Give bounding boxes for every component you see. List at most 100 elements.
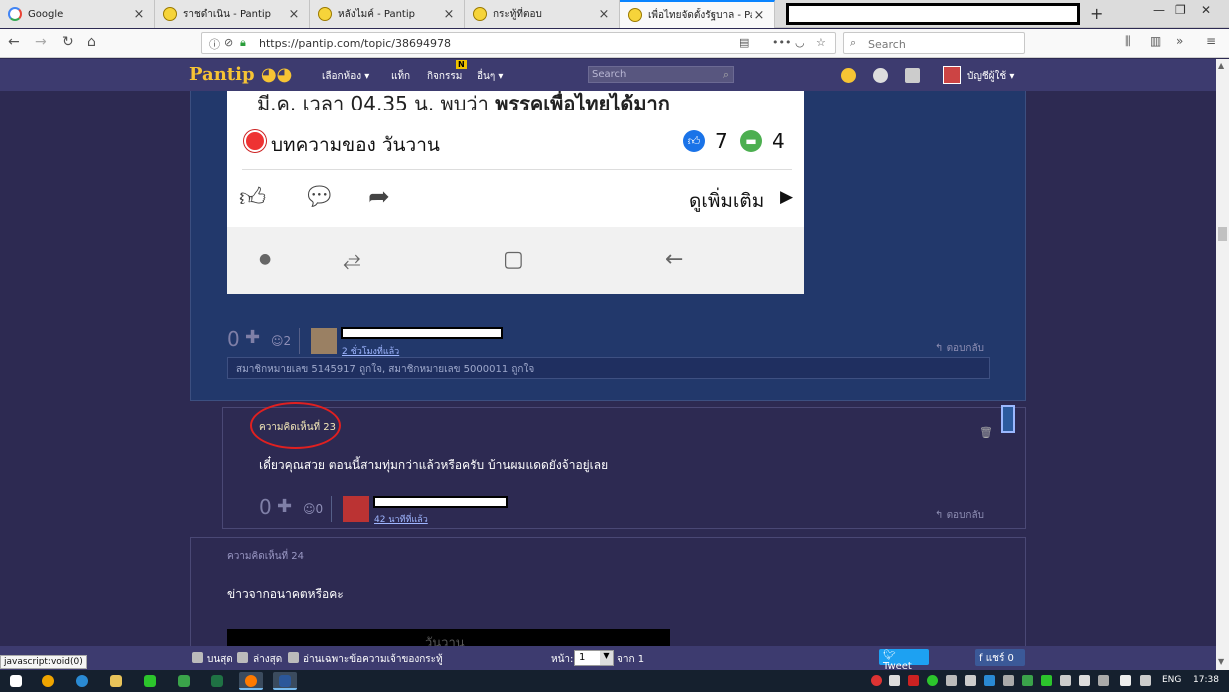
chat-icon[interactable] (873, 68, 888, 83)
taskbar-explorer[interactable] (104, 672, 128, 690)
search-icon[interactable]: ⌕ (723, 68, 729, 82)
see-more-link[interactable]: ดูเพิ่มเติม (689, 186, 764, 216)
nav-tags[interactable]: แท็ก (391, 69, 410, 84)
start-button[interactable] (4, 672, 28, 690)
comment-number[interactable]: ความคิดเห็นที่ 23 (259, 420, 336, 435)
reader-view-icon[interactable]: ▤ (739, 36, 749, 49)
tab-ratchadamnoen[interactable]: ราชดำเนิน - Pantip × (155, 0, 310, 28)
taskbar-app-1[interactable] (36, 672, 60, 690)
taskbar-edge[interactable] (70, 672, 94, 690)
page-select[interactable]: 1 ▼ (574, 650, 614, 666)
facebook-share-button[interactable]: f แชร์ 0 (975, 649, 1025, 666)
scroll-down-icon[interactable]: ▼ (1218, 657, 1224, 666)
page-actions-icon[interactable]: ••• (772, 36, 791, 49)
go-bottom-link[interactable]: ล่างสุด (253, 652, 282, 667)
tab-google[interactable]: Google × (0, 0, 155, 28)
reply-link[interactable]: ↰ ตอบกลับ (935, 508, 984, 523)
like-icon[interactable]: 👍︎ (239, 182, 266, 213)
scroll-up-icon[interactable]: ▲ (1218, 61, 1224, 70)
back-icon[interactable]: ← (8, 34, 20, 50)
tray-icon[interactable] (1003, 675, 1014, 686)
lock-icon[interactable]: 🔒︎ (240, 36, 246, 50)
tray-icon[interactable] (984, 675, 995, 686)
tray-icon[interactable] (1060, 675, 1071, 686)
emotion-count[interactable]: ☺0 (303, 502, 323, 516)
tray-icon[interactable] (1079, 675, 1090, 686)
tray-icon[interactable] (889, 675, 900, 686)
close-icon[interactable]: × (442, 7, 456, 22)
arrow-up-icon[interactable] (192, 652, 203, 663)
emoji-icon[interactable] (841, 68, 856, 83)
restore-icon[interactable]: ❐ (1175, 3, 1186, 17)
forward-icon[interactable]: → (35, 34, 47, 50)
volume-icon[interactable] (1120, 675, 1131, 686)
tab-backmic[interactable]: หลังไมค์ - Pantip × (310, 0, 465, 28)
nav-activities[interactable]: กิจกรรม (427, 69, 462, 84)
sidebar-icon[interactable]: ▥ (1150, 34, 1161, 48)
menu-icon[interactable]: ≡ (1206, 34, 1216, 48)
tweet-button[interactable]: 🐦︎ Tweet (879, 649, 929, 672)
tray-icon[interactable] (1041, 675, 1052, 686)
site-search-input[interactable]: Search ⌕ (588, 66, 734, 83)
window-close-icon[interactable]: ✕ (1201, 3, 1211, 17)
scrollbar[interactable]: ▲ ▼ (1216, 59, 1229, 670)
tracking-protection-icon[interactable]: ⊘ (224, 36, 233, 49)
taskbar-excel[interactable] (205, 672, 229, 690)
library-icon[interactable]: ⫼ (1125, 34, 1131, 49)
plus-vote-button[interactable]: ✚ (277, 496, 292, 517)
close-icon[interactable]: × (287, 7, 301, 22)
close-icon[interactable]: × (597, 7, 611, 22)
emotion-count[interactable]: ☺2 (271, 334, 291, 348)
nav-more[interactable]: อื่นๆ ▾ (477, 69, 503, 84)
address-bar[interactable]: ⓘ ⊘ 🔒︎ https://pantip.com/topic/38694978… (201, 32, 836, 54)
go-top-link[interactable]: บนสุด (207, 652, 233, 667)
share-icon[interactable]: ➦ (368, 182, 390, 212)
mail-icon[interactable] (905, 68, 920, 83)
pocket-icon[interactable]: ◡ (795, 36, 805, 49)
account-menu[interactable]: บัญชีผู้ใช้ ▾ (967, 69, 1014, 84)
taskbar-app-5[interactable] (172, 672, 196, 690)
tab-active-topic[interactable]: เพื่อไทยจัดตั้งรัฐบาล - Pant × (620, 0, 775, 28)
plus-vote-button[interactable]: ✚ (245, 327, 260, 348)
close-icon[interactable]: × (132, 7, 146, 22)
embed-author[interactable]: บทความของ วันวาน (271, 130, 440, 160)
owner-only-link[interactable]: อ่านเฉพาะข้อความเจ้าของกระทู้ (303, 652, 443, 667)
bookmark-star-icon[interactable]: ☆ (816, 36, 826, 49)
nav-select-room[interactable]: เลือกห้อง ▾ (322, 69, 369, 84)
tray-icon[interactable] (965, 675, 976, 686)
comment-icon[interactable]: 💬︎ (303, 182, 336, 212)
tray-icon[interactable] (871, 675, 882, 686)
info-icon[interactable]: ⓘ (209, 36, 220, 52)
url-text[interactable]: https://pantip.com/topic/38694978 (259, 37, 451, 50)
tray-icon[interactable] (908, 675, 919, 686)
comment-number[interactable]: ความคิดเห็นที่ 24 (227, 549, 304, 564)
browser-search-box[interactable]: ⌕ Search (843, 32, 1025, 54)
overflow-icon[interactable]: » (1176, 34, 1183, 48)
minimize-icon[interactable]: — (1153, 3, 1165, 17)
tray-icon[interactable] (1098, 675, 1109, 686)
avatar[interactable] (943, 66, 961, 84)
document-icon[interactable] (288, 652, 299, 663)
close-icon[interactable]: × (752, 8, 766, 23)
clock[interactable]: 17:38 (1193, 675, 1219, 685)
redacted-tab[interactable] (786, 3, 1080, 25)
trash-icon[interactable]: 🗑︎ (979, 426, 993, 439)
tray-icon[interactable] (946, 675, 957, 686)
network-icon[interactable] (1140, 675, 1151, 686)
reload-icon[interactable]: ↻ (62, 34, 74, 50)
bookmark-icon[interactable] (1001, 405, 1015, 433)
taskbar-word[interactable] (273, 672, 297, 690)
pantip-logo[interactable]: Pantip ◕◕ (189, 64, 292, 85)
taskbar-line[interactable] (138, 672, 162, 690)
scrollbar-thumb[interactable] (1218, 227, 1227, 241)
time-ago-link[interactable]: 2 ชั่วโมงที่แล้ว (342, 344, 399, 358)
reply-link[interactable]: ↰ ตอบกลับ (935, 341, 984, 356)
tray-icon[interactable] (927, 675, 938, 686)
taskbar-firefox[interactable] (239, 672, 263, 690)
home-icon[interactable]: ⌂ (87, 34, 96, 50)
avatar[interactable] (343, 496, 369, 522)
new-tab-icon[interactable]: + (1090, 4, 1103, 23)
tray-icon[interactable] (1022, 675, 1033, 686)
avatar[interactable] (311, 328, 337, 354)
tab-replied-topics[interactable]: กระทู้ที่ตอบ × (465, 0, 620, 28)
